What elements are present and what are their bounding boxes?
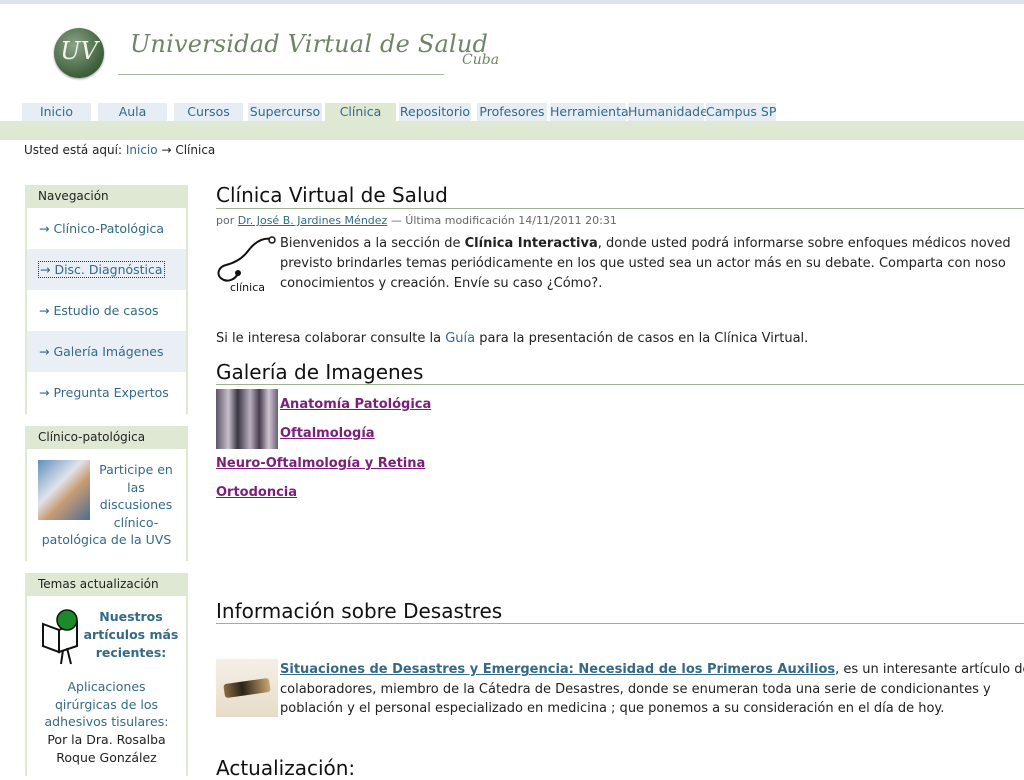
steth-label: clínica bbox=[230, 281, 265, 294]
reader-icon bbox=[42, 609, 78, 665]
title-rule bbox=[216, 208, 1024, 209]
intro-emphasis: Clínica Interactiva bbox=[464, 236, 598, 251]
guia-link[interactable]: Guía bbox=[445, 331, 475, 346]
breadcrumb-arrow: → bbox=[161, 143, 172, 157]
disaster-line: Situaciones de Desastres y Emergencia: N… bbox=[280, 660, 1024, 680]
cp-text-line: clínico- bbox=[113, 514, 159, 530]
intro-line: previsto brindarles temas periódicamente… bbox=[280, 256, 1006, 271]
site-subtitle: Cuba bbox=[462, 52, 500, 68]
cp-portlet-title: Clínico-patológica bbox=[25, 426, 188, 449]
nav-item-label: → Disc. Diagnóstica bbox=[38, 261, 165, 278]
temas-author-line: Por la Dra. Rosalba bbox=[47, 732, 166, 747]
disaster-article-link[interactable]: Situaciones de Desastres y Emergencia: N… bbox=[280, 662, 835, 677]
temas-article-link[interactable]: Aplicaciones qirúrgicas de los adhesivos… bbox=[27, 678, 186, 731]
gallery-link-anatomia[interactable]: Anatomía Patológica bbox=[280, 397, 431, 412]
disaster-heading: Información sobre Desastres bbox=[216, 599, 503, 623]
nav-item-pregunta-expertos[interactable]: → Pregunta Expertos bbox=[27, 372, 186, 413]
tab-aula[interactable]: Aula bbox=[98, 103, 167, 121]
byline-prefix: por bbox=[216, 214, 235, 227]
intro-paragraph: Bienvenidos a la sección de Clínica Inte… bbox=[280, 234, 1011, 294]
site-title[interactable]: Universidad Virtual de Salud bbox=[130, 30, 488, 58]
temas-portlet-title: Temas actualización bbox=[25, 573, 188, 596]
intro-text: Bienvenidos a la sección de bbox=[280, 236, 465, 251]
tab-campus-sp[interactable]: Campus SP bbox=[706, 103, 776, 121]
first-aid-thumbnail[interactable] bbox=[216, 659, 278, 717]
temas-heading-line: recientes: bbox=[95, 645, 167, 660]
disaster-text: , es un interesante artículo de la bbox=[835, 662, 1024, 677]
collaborate-paragraph: Si le interesa colaborar consulte la Guí… bbox=[216, 331, 808, 346]
page-title: Clínica Virtual de Salud bbox=[216, 183, 448, 207]
doctor-photo[interactable] bbox=[38, 460, 90, 520]
tab-herramienta[interactable]: Herramienta bbox=[550, 103, 629, 121]
tab-humanidade[interactable]: Humanidade bbox=[628, 103, 708, 121]
tab-bar-strip bbox=[0, 121, 1024, 140]
gallery-link-ortodoncia[interactable]: Ortodoncia bbox=[216, 485, 297, 500]
disaster-rule bbox=[216, 623, 1024, 624]
gallery-heading: Galería de Imagenes bbox=[216, 360, 424, 384]
cp-text-last-line[interactable]: patológica de la UVS bbox=[27, 531, 186, 549]
disaster-line: población y el personal especializado en… bbox=[280, 701, 945, 716]
top-border bbox=[0, 0, 1024, 4]
disaster-line: colaboradores, miembro de la Cátedra de … bbox=[280, 681, 991, 697]
cp-text-line: las bbox=[127, 479, 145, 495]
temas-author: Por la Dra. Rosalba Roque González bbox=[27, 731, 186, 766]
cp-text-line: Participe en bbox=[99, 462, 173, 477]
breadcrumb-current: Clínica bbox=[175, 143, 216, 157]
tab-cursos[interactable]: Cursos bbox=[174, 103, 243, 121]
actualizacion-heading: Actualización: bbox=[216, 756, 356, 780]
intro-text: , donde usted podrá informarse sobre enf… bbox=[597, 236, 1011, 251]
intro-line: conocimientos y creación. Envíe su caso … bbox=[280, 276, 603, 291]
tab-clinica[interactable]: Clínica bbox=[325, 103, 396, 122]
collaborate-text: Si le interesa colaborar consulte la bbox=[216, 331, 446, 346]
tab-inicio[interactable]: Inicio bbox=[22, 103, 91, 121]
temas-heading-line: Nuestros bbox=[99, 609, 163, 624]
disaster-paragraph: Situaciones de Desastres y Emergencia: N… bbox=[280, 660, 1024, 719]
logo-monogram: UV bbox=[60, 37, 98, 65]
university-seal-logo[interactable]: UV bbox=[54, 28, 104, 78]
stethoscope-icon: clínica bbox=[217, 236, 276, 294]
byline: por Dr. José B. Jardines Méndez — Última… bbox=[216, 214, 617, 227]
gallery-link-neuro-oftalmologia[interactable]: Neuro-Oftalmología y Retina bbox=[216, 456, 425, 471]
logo-underline bbox=[118, 74, 444, 75]
temas-author-line: Roque González bbox=[56, 749, 157, 765]
gallery-rule bbox=[216, 384, 1024, 385]
gallery-link-oftalmologia[interactable]: Oftalmología bbox=[280, 426, 375, 441]
intro-line: Bienvenidos a la sección de Clínica Inte… bbox=[280, 234, 1011, 254]
cp-portlet: Participe en las discusiones clínico- pa… bbox=[25, 449, 188, 561]
collaborate-text: para la presentación de casos en la Clín… bbox=[475, 331, 809, 346]
temas-heading: Nuestros artículos más recientes: bbox=[79, 608, 183, 662]
temas-article-line: adhesivos tisulares: bbox=[44, 714, 169, 729]
tab-profesores[interactable]: Profesores bbox=[477, 103, 547, 121]
nav-item-estudio-casos[interactable]: → Estudio de casos bbox=[27, 290, 186, 331]
nav-portlet: → Clínico-Patológica → Disc. Diagnóstica… bbox=[25, 208, 188, 414]
author-link[interactable]: Dr. José B. Jardines Méndez bbox=[238, 214, 388, 227]
nav-item-galeria-imagenes[interactable]: → Galería Imágenes bbox=[27, 331, 186, 372]
temas-article-line: qirúrgicas de los bbox=[54, 696, 159, 712]
temas-portlet: Nuestros artículos más recientes: Aplica… bbox=[25, 596, 188, 776]
nav-portlet-title: Navegación bbox=[25, 185, 188, 208]
xray-thumbnail[interactable] bbox=[216, 389, 278, 449]
temas-heading-line: artículos más bbox=[83, 627, 179, 642]
tab-repositorio[interactable]: Repositorio bbox=[399, 103, 471, 121]
cp-text-block[interactable]: Participe en las discusiones clínico- bbox=[93, 461, 179, 531]
byline-modified: — Última modificación 14/11/2011 20:31 bbox=[390, 214, 617, 227]
temas-article-line: Aplicaciones bbox=[67, 679, 146, 694]
breadcrumb: Usted está aquí: Inicio → Clínica bbox=[24, 143, 215, 157]
nav-item-disc-diagnostica[interactable]: → Disc. Diagnóstica bbox=[27, 249, 186, 290]
breadcrumb-prefix: Usted está aquí: bbox=[24, 143, 123, 157]
tab-supercurso[interactable]: Supercurso bbox=[248, 103, 322, 121]
cp-text-line: discusiones bbox=[99, 497, 173, 512]
breadcrumb-home-link[interactable]: Inicio bbox=[126, 143, 158, 157]
nav-item-clinico-patologica[interactable]: → Clínico-Patológica bbox=[27, 208, 186, 249]
